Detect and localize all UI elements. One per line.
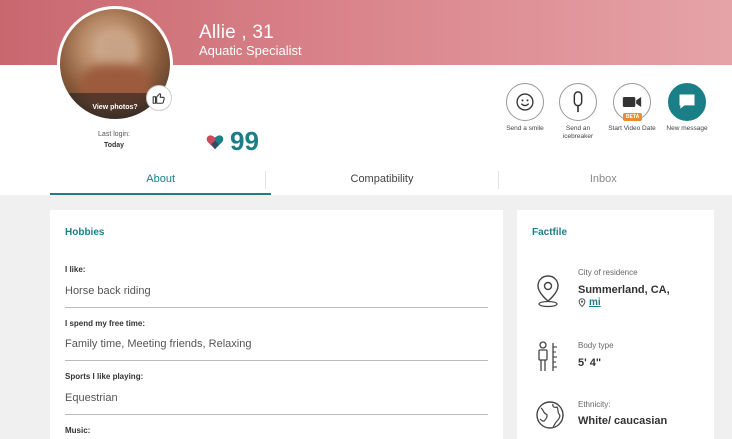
factfile-title: Factfile	[532, 227, 568, 238]
match-score-value: 99	[230, 126, 259, 156]
new-message-circle	[668, 83, 706, 121]
hobby-answer: Family time, Meeting friends, Relaxing	[65, 338, 252, 350]
body-type-value: 5' 4"	[578, 357, 602, 369]
hobby-answer: Equestrian	[65, 392, 118, 404]
message-icon	[679, 94, 695, 109]
hobby-question: I spend my free time:	[65, 319, 146, 328]
hobby-question: Sports I like playing:	[65, 372, 144, 381]
map-marker-icon	[578, 297, 586, 307]
tab-about[interactable]: About	[50, 165, 272, 195]
thumbs-up-icon	[152, 93, 165, 104]
tab-divider	[498, 171, 499, 189]
heart-icon	[206, 134, 224, 149]
distance-link[interactable]: mi	[578, 297, 601, 308]
smile-icon	[516, 93, 534, 111]
hobby-question: I like:	[65, 265, 86, 274]
last-login-label: Last login:	[98, 131, 130, 138]
send-icebreaker-circle	[559, 83, 597, 121]
body-type-icon	[538, 341, 557, 371]
location-pin-icon	[537, 275, 559, 308]
factfile-card: Factfile City of residence Summerland, C…	[517, 210, 714, 439]
divider	[65, 414, 488, 415]
globe-icon	[536, 401, 564, 429]
start-video-date-button[interactable]: BETA Start Video Date	[607, 83, 657, 133]
start-video-date-circle: BETA	[613, 83, 651, 121]
hobby-question: Music:	[65, 426, 91, 435]
send-smile-circle	[506, 83, 544, 121]
profile-job-title: Aquatic Specialist	[199, 43, 302, 58]
hobby-answer: Horse back riding	[65, 285, 151, 297]
like-button[interactable]	[146, 85, 172, 111]
new-message-label: New message	[666, 125, 708, 132]
ethnicity-value: White/ caucasian	[578, 415, 668, 427]
hobbies-title: Hobbies	[65, 227, 105, 238]
hobbies-card: Hobbies I like: Horse back riding I spen…	[50, 210, 503, 439]
tab-divider	[265, 171, 266, 189]
profile-tabs: About Compatibility Inbox	[50, 165, 714, 195]
ethnicity-label: Ethnicity:	[578, 400, 611, 409]
send-icebreaker-label: Send an icebreaker	[562, 125, 594, 140]
body-type-label: Body type	[578, 341, 614, 350]
residence-label: City of residence	[578, 268, 638, 277]
send-smile-button[interactable]: Send a smile	[500, 83, 550, 133]
new-message-button[interactable]: New message	[662, 83, 712, 133]
beta-badge: BETA	[623, 113, 643, 121]
tab-inbox[interactable]: Inbox	[493, 165, 714, 195]
tab-compatibility[interactable]: Compatibility	[271, 165, 492, 195]
video-camera-icon	[622, 97, 642, 107]
send-icebreaker-button[interactable]: Send an icebreaker	[553, 83, 603, 141]
profile-name: Allie , 31	[199, 22, 274, 43]
match-score: 99	[206, 126, 259, 157]
last-login-value: Today	[103, 142, 125, 149]
divider	[65, 307, 488, 308]
distance-unit[interactable]: mi	[589, 297, 601, 308]
divider	[65, 360, 488, 361]
start-video-date-label: Start Video Date	[608, 125, 656, 132]
residence-value: Summerland, CA,	[578, 284, 670, 296]
icebreaker-icon	[573, 91, 583, 113]
send-smile-label: Send a smile	[506, 125, 544, 132]
last-login: Last login: Today	[80, 129, 148, 151]
